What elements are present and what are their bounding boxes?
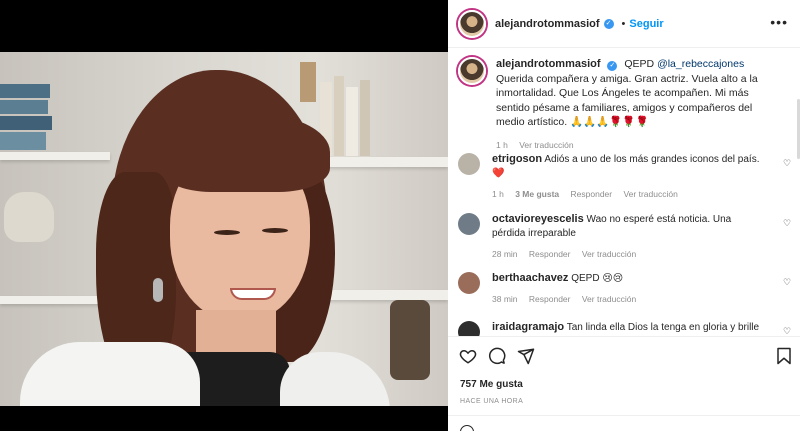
caption-time: 1 h [496, 139, 508, 150]
bookmark-icon[interactable] [776, 347, 792, 365]
post-image[interactable] [0, 0, 448, 431]
post-photo [0, 52, 448, 406]
share-icon[interactable] [517, 347, 535, 365]
post-actions: 757 Me gusta HACE UNA HORA [448, 336, 800, 431]
comment-time: 38 min [492, 294, 518, 304]
verified-badge-icon: ✓ [607, 61, 618, 71]
post-caption: alejandrotommasiof ✓ QEPD @la_rebeccajon… [448, 49, 800, 152]
comment-like-heart-icon[interactable]: ♡ [783, 277, 792, 287]
verified-badge-icon: ✓ [603, 18, 614, 29]
comment-translate-button[interactable]: Ver traducción [623, 189, 677, 199]
caption-username[interactable]: alejandrotommasiof [496, 58, 601, 70]
caption-text-end: Querida compañera y amiga. Gran actriz. … [496, 72, 758, 129]
comment-text: QEPD 😢😢 [571, 273, 624, 284]
comment-item: octavioreyescelis Wao no esperé está not… [448, 212, 800, 261]
comment-reply-button[interactable]: Responder [529, 294, 571, 304]
commenter-avatar[interactable] [458, 321, 480, 336]
comment-like-heart-icon[interactable]: ♡ [783, 326, 792, 336]
comment-time: 1 h [492, 189, 504, 199]
comment-text: Tan linda ella Dios la tenga en gloria y… [566, 322, 760, 333]
likes-count[interactable]: 757 Me gusta [460, 379, 523, 390]
caption-meta: 1 h Ver traducción [496, 138, 771, 153]
comment-translate-button[interactable]: Ver traducción [582, 294, 636, 304]
comment-item: etrigoson Adiós a uno de los más grandes… [448, 152, 800, 201]
comment-item: iraidagramajo Tan linda ella Dios la ten… [448, 320, 800, 336]
comment-translate-button[interactable]: Ver traducción [582, 249, 636, 259]
commenter-avatar[interactable] [458, 272, 480, 294]
caption-mention-link[interactable]: @la_rebeccajones [657, 58, 744, 70]
commenter-username[interactable]: etrigoson [492, 153, 542, 165]
caption-translate-button[interactable]: Ver traducción [519, 140, 573, 150]
comment-like-heart-icon[interactable]: ♡ [783, 218, 792, 228]
header-separator: • [621, 17, 626, 30]
comment-likes[interactable]: 3 Me gusta [515, 189, 559, 199]
post-timestamp: HACE UNA HORA [460, 398, 524, 405]
comment-reply-button[interactable]: Responder [571, 189, 613, 199]
comment-reply-button[interactable]: Responder [529, 249, 571, 259]
commenter-username[interactable]: berthaachavez [492, 272, 568, 284]
comment-meta: 38 min Responder Ver traducción [492, 292, 762, 306]
comment-meta: 28 min Responder Ver traducción [492, 247, 762, 261]
more-options-icon[interactable]: ••• [770, 14, 788, 30]
emoji-smile-icon[interactable] [460, 425, 474, 431]
author-username[interactable]: alejandrotommasiof [495, 18, 600, 30]
comment-item: berthaachavez QEPD 😢😢 38 min Responder V… [448, 271, 800, 306]
caption-text-start: QEPD [624, 58, 658, 70]
heart-icon[interactable] [459, 347, 477, 365]
follow-button[interactable]: Seguir [629, 18, 663, 30]
commenter-avatar[interactable] [458, 213, 480, 235]
comment-like-heart-icon[interactable]: ♡ [783, 158, 792, 168]
add-comment-bar[interactable] [448, 415, 800, 431]
comments-list[interactable]: alejandrotommasiof ✓ QEPD @la_rebeccajon… [448, 49, 800, 336]
comment-time: 28 min [492, 249, 518, 259]
post-side-panel: alejandrotommasiof ✓ • Seguir ••• alejan… [448, 0, 800, 431]
commenter-username[interactable]: octavioreyescelis [492, 213, 584, 225]
caption-avatar[interactable] [458, 57, 486, 85]
post-header: alejandrotommasiof ✓ • Seguir ••• [448, 0, 800, 48]
author-avatar[interactable] [458, 9, 486, 38]
comment-icon[interactable] [488, 347, 506, 365]
comment-meta: 1 h 3 Me gusta Responder Ver traducción [492, 187, 762, 201]
commenter-avatar[interactable] [458, 153, 480, 175]
commenter-username[interactable]: iraidagramajo [492, 321, 564, 333]
